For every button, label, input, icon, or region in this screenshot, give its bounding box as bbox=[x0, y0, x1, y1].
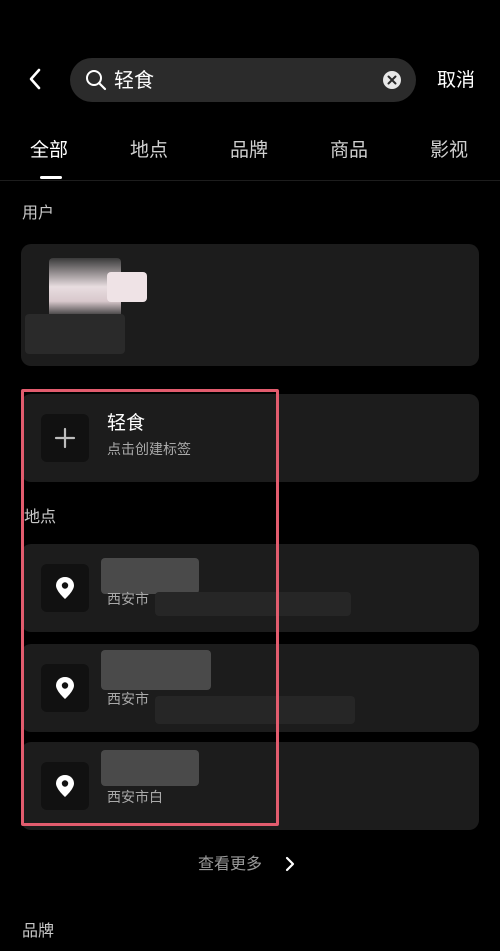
cancel-button[interactable]: 取消 bbox=[437, 66, 475, 94]
divider bbox=[0, 180, 500, 181]
tab-brands[interactable]: 品牌 bbox=[230, 136, 268, 164]
blurred-info bbox=[25, 314, 125, 354]
chevron-right-icon[interactable] bbox=[282, 854, 298, 874]
tab-products[interactable]: 商品 bbox=[330, 136, 368, 164]
search-header: 轻食 取消 bbox=[0, 52, 500, 108]
section-label-users: 用户 bbox=[22, 203, 55, 222]
highlight-box bbox=[21, 389, 279, 826]
back-button[interactable] bbox=[18, 62, 52, 96]
tab-places[interactable]: 地点 bbox=[130, 136, 168, 164]
user-result-card[interactable] bbox=[21, 244, 479, 366]
section-label-brands: 品牌 bbox=[22, 921, 55, 940]
active-tab-indicator bbox=[40, 176, 62, 179]
clear-icon[interactable] bbox=[382, 70, 402, 90]
category-tabs: 全部 地点 品牌 商品 影视 bbox=[0, 130, 500, 180]
tab-movies[interactable]: 影视 bbox=[430, 136, 468, 164]
back-arrow-icon bbox=[29, 68, 41, 90]
search-input[interactable]: 轻食 bbox=[70, 58, 416, 102]
show-more-button[interactable]: 查看更多 bbox=[198, 852, 262, 876]
tab-all[interactable]: 全部 bbox=[30, 136, 68, 164]
blurred-username bbox=[107, 272, 147, 302]
search-query-text: 轻食 bbox=[114, 68, 154, 92]
search-icon bbox=[86, 70, 107, 91]
